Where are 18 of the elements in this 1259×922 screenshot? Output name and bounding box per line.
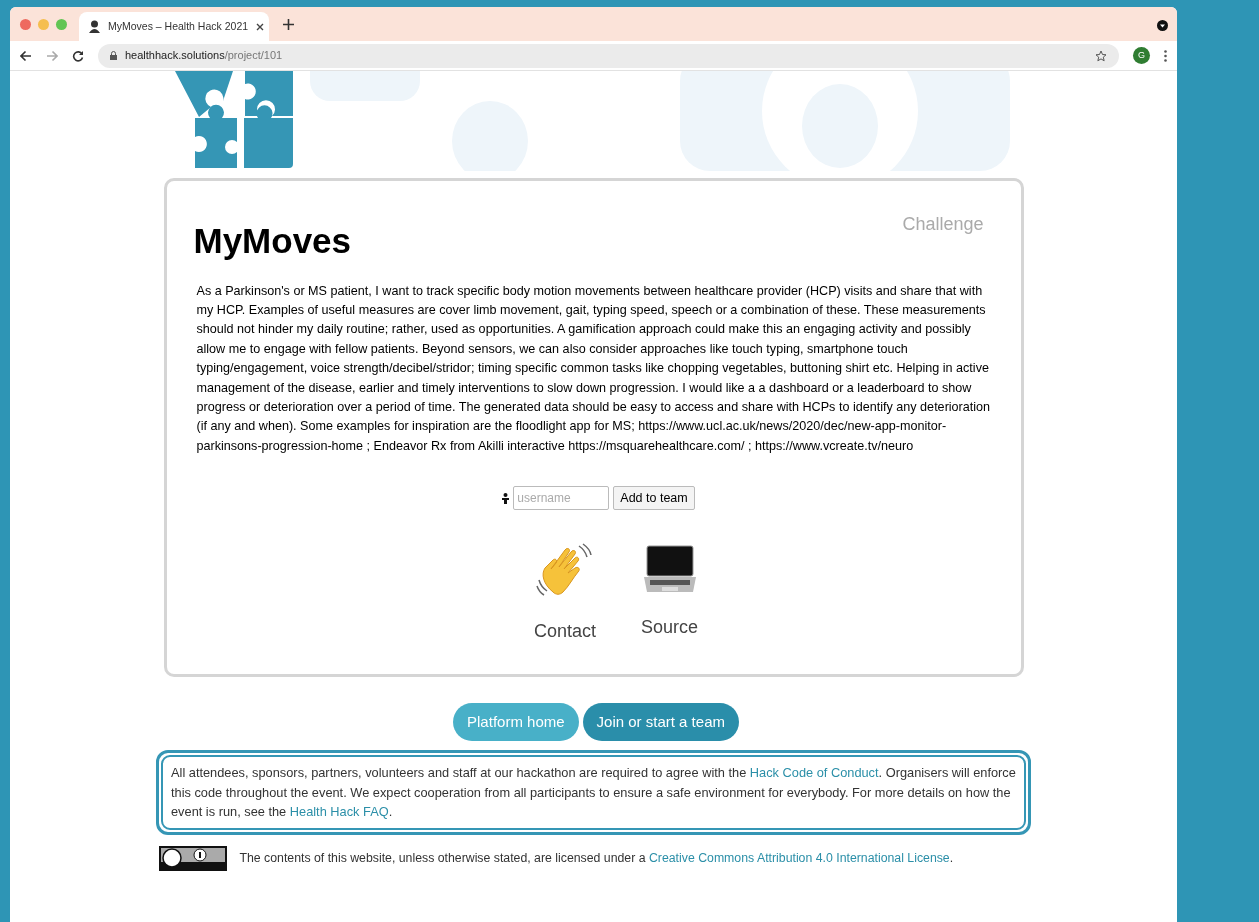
category-label: Challenge bbox=[902, 213, 984, 236]
browser-tab[interactable]: MyMoves – Health Hack 2021 bbox=[79, 12, 269, 41]
project-description: As a Parkinson's or MS patient, I want to track specific body motion movements between healthcare provider (HCP) visits and share that with my HCP. Examples of useful measures are cover limb movement, gait, typing speed, speech or a combination of these. These measurements should not hinder my daily routine; rather, used as opportunities. A gamification approach could make this an engaging activity and possibly allow me to engage with fellow patients. Beyond sensors, we can also consider approaches like touch typing, smartphone touch typing/engagement, voice strength/decibel/stridor; timing specific common tasks like chopping vegetables, buttoning shirt etc. Helping in active management of the disease, earlier and timely interventions to slow down progression. I would like a a dashboard or a leaderboard to show progress or deterioration over a period of time. The generated data should be easy to access and share with HCPs to identify any deterioration (if any and when). Some examples for inspiration are the floodlight app for MS; https://www.ucl.ac.uk/news/2020/dec/new-app-monitor-parkinsons-progression-home ; Endeavor Rx from Akilli interactive https://msquarehealthcare.com/ ; https://www.vcreate.tv/neuro bbox=[196, 282, 992, 455]
text-link[interactable]: Health Hack FAQ bbox=[289, 804, 389, 819]
text-link[interactable]: Creative Commons Attribution 4.0 International License bbox=[648, 850, 950, 865]
add-to-team-button[interactable]: Add to team bbox=[613, 486, 695, 511]
code-of-conduct-notice: All attendees, sponsors, partners, volunteers and staff at our hackathon are required to agree with the Hack Code of Conduct. Organisers will enforce this code throughout the event. We expect cooperation from all participants to ensure a safe environment for everybody. For more details on how the event is run, see the Health Hack FAQ. bbox=[161, 755, 1026, 830]
text-link[interactable]: Hack Code of Conduct bbox=[749, 765, 879, 780]
nav-button[interactable]: Join or start a team bbox=[582, 703, 739, 741]
tab-title: MyMoves – Health Hack 2021 bbox=[108, 18, 249, 34]
url-text: healthhack.solutions/project/101 bbox=[125, 48, 284, 64]
action-link[interactable]: Source bbox=[641, 540, 699, 646]
license-notice: The contents of this website, unless otherwise stated, are licensed under a Creative Commons Attribution 4.0 International License. bbox=[239, 849, 954, 867]
address-bar[interactable]: healthhack.solutions/project/101 bbox=[98, 43, 1119, 68]
project-title: MyMoves bbox=[193, 220, 352, 262]
action-link[interactable]: Contact bbox=[533, 540, 596, 646]
profile-avatar[interactable]: G bbox=[1133, 47, 1150, 64]
username-field[interactable]: username bbox=[513, 486, 610, 511]
